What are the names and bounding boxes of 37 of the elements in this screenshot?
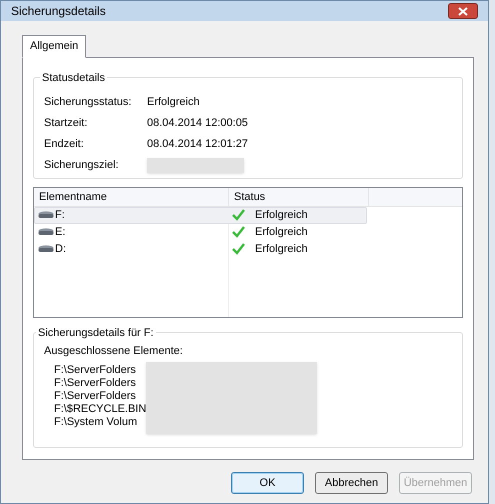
dialog-button[interactable]: Abbrechen [315,472,388,494]
field-label: Endzeit: [44,137,85,152]
field-value: 08.04.2014 12:00:05 [147,116,248,132]
table-cell-text: Erfolgreich [255,208,308,224]
path-text: F:\ServerFolders [54,364,137,376]
table-row[interactable]: E: Erfolgreich [34,224,367,241]
path-text: F:\System Volum [54,416,138,428]
column-header[interactable]: Elementname [34,188,229,206]
table-row[interactable]: D: Erfolgreich [34,240,367,258]
checkmark-icon [232,209,245,222]
drive-icon [38,244,54,254]
drive-icon [38,210,54,220]
path-text: F:\ServerFolders [54,390,137,402]
close-button[interactable] [448,3,478,19]
field-label: Startzeit: [44,116,88,132]
path-text: F:\$RECYCLE.BIN [54,402,146,416]
field-value: Erfolgreich [147,95,200,110]
drive-icon [38,228,54,237]
table-row[interactable]: F: Erfolgreich [34,206,367,224]
section-label: Ausgeschlossene Elemente: [44,344,184,359]
field-label: Sicherungsstatus: [44,95,132,110]
dialog-button[interactable]: OK [231,472,304,494]
window-title: Sicherungsdetails [11,3,106,20]
field-value: 08.04.2014 12:01:27 [147,137,248,152]
column-header[interactable]: Status [229,188,369,206]
checkmark-icon [232,243,245,256]
close-icon [458,6,468,16]
field-label: Sicherungsziel: [44,158,120,174]
table-cell-text: F: [55,208,65,224]
table-cell-text: E: [55,225,66,240]
tab[interactable]: Allgemein [22,35,86,58]
table-cell-text: Erfolgreich [255,242,308,258]
table-cell-text: Erfolgreich [255,225,308,240]
group-title: Sicherungsdetails für F: [36,325,156,342]
path-text: F:\ServerFolders [54,376,137,390]
checkmark-icon [232,226,245,238]
table-cell-text: D: [55,242,66,258]
